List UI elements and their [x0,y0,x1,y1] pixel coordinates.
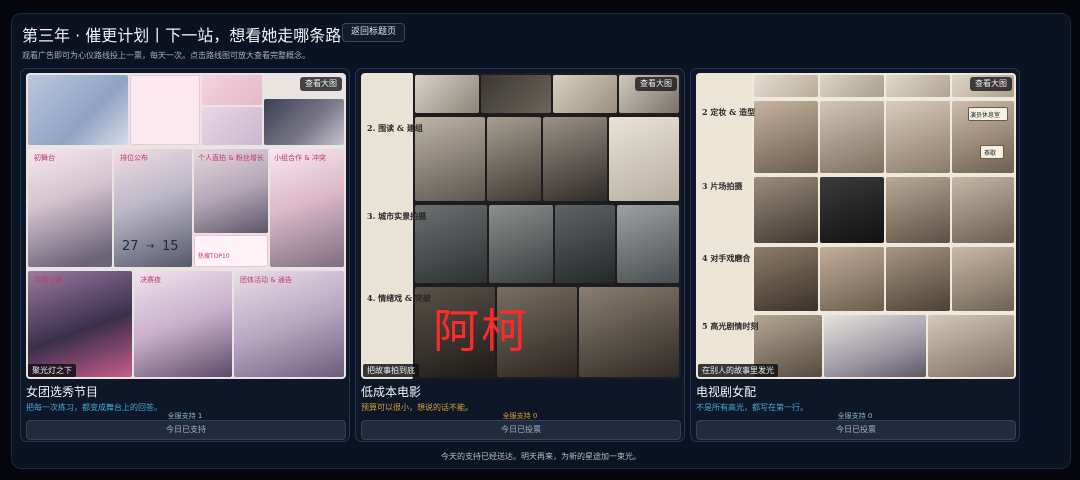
route-corner-tag: 聚光灯之下 [28,364,76,377]
route-vote-panel: 第三年 · 催更计划丨下一站，想看她走哪条路？ 返回标题页 观看广告即可为心仪路… [11,13,1071,469]
route-concept-image-idol-show[interactable]: 初舞台 排位公布 个人直拍 & 粉丝增长 小组合作 & 冲突 中期公演 决赛夜 … [26,73,346,379]
section-label: 4. 情绪戏 & 突破 [367,293,431,303]
sign-text: 茶歇 [984,150,997,157]
rank-to: 15 [162,239,179,254]
section-label: 决赛夜 [140,276,161,284]
section-label: 小组合作 & 冲突 [274,154,326,162]
view-large-button[interactable]: 查看大图 [635,77,677,91]
rank-from: 27 [122,239,139,254]
section-label: 3 片场拍摄 [702,181,743,191]
hot-search-badge: 热搜TOP10 [198,253,230,260]
section-label: 团体活动 & 通告 [240,276,292,284]
view-large-button[interactable]: 查看大图 [300,77,342,91]
back-to-title-button[interactable]: 返回标题页 [342,23,405,42]
footer-message: 今天的支持已经送达。明天再来，为新的星途加一束光。 [441,452,641,461]
route-card-low-budget-film: 2. 围读 & 建组 3. 城市实景拍摄 4. 情绪戏 & 突破 阿柯 查看大图… [355,68,685,442]
section-label: 2. 围读 & 建组 [367,123,423,133]
section-label: 5 高光剧情时刻 [702,321,759,331]
route-card-idol-show: 初舞台 排位公布 个人直拍 & 粉丝增长 小组合作 & 冲突 中期公演 决赛夜 … [20,68,350,442]
section-label: 4 对手戏磨合 [702,253,751,263]
section-label: 中期公演 [34,276,62,284]
arrow-right-icon: → [146,241,155,252]
route-concept-image-low-budget-film[interactable]: 2. 围读 & 建组 3. 城市实景拍摄 4. 情绪戏 & 突破 阿柯 查看大图… [361,73,681,379]
page-subtitle: 观看广告即可为心仪路线投上一票，每天一次。点击路线图可放大查看完整概念。 [22,51,310,60]
page-title: 第三年 · 催更计划丨下一站，想看她走哪条路？ [22,26,358,45]
route-title: 低成本电影 [361,385,422,399]
section-label: 2 定妆 & 造型 [702,107,756,117]
watermark-text: 阿柯 [433,304,529,358]
support-button[interactable]: 今日已支持 [26,420,346,440]
section-label: 3. 城市实景拍摄 [367,211,427,221]
vote-button[interactable]: 今日已投票 [361,420,681,440]
section-label: 初舞台 [34,154,55,162]
sign-text: 演员休息室 [970,112,1001,119]
route-concept-image-tv-supporting-actress[interactable]: 2 定妆 & 造型 3 片场拍摄 4 对手戏磨合 5 高光剧情时刻 演员休息室 … [696,73,1016,379]
route-title: 电视剧女配 [696,385,757,399]
route-corner-tag: 在别人的故事里发光 [698,364,778,377]
route-title: 女团选秀节目 [26,385,99,399]
view-large-button[interactable]: 查看大图 [970,77,1012,91]
route-card-tv-supporting-actress: 2 定妆 & 造型 3 片场拍摄 4 对手戏磨合 5 高光剧情时刻 演员休息室 … [690,68,1020,442]
section-label: 排位公布 [120,154,148,162]
vote-button[interactable]: 今日已投票 [696,420,1016,440]
route-corner-tag: 把故事拍到底 [363,364,419,377]
section-label: 个人直拍 & 粉丝增长 [198,154,264,162]
